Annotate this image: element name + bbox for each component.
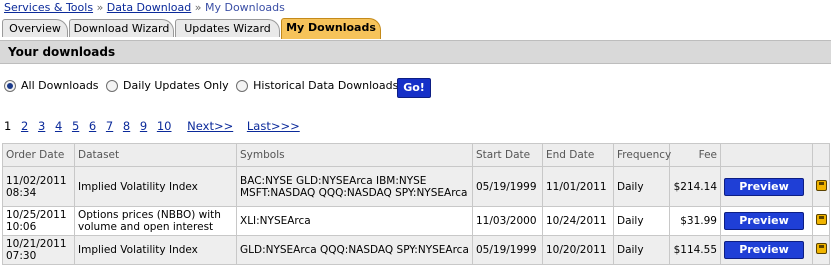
cell-order-date: 11/02/2011 08:34	[2, 166, 75, 207]
section-header: Your downloads	[0, 40, 831, 64]
breadcrumb-link-services-tools[interactable]: Services & Tools	[4, 1, 93, 14]
filter-all-downloads-label: All Downloads	[21, 79, 99, 92]
cell-end-date: 10/24/2011	[542, 206, 614, 236]
next-page-link[interactable]: Next>>	[187, 119, 233, 133]
page-link-7[interactable]: 7	[106, 119, 113, 133]
table-row: 11/02/2011 08:34 Implied Volatility Inde…	[2, 166, 830, 207]
cell-dataset: Implied Volatility Index	[74, 166, 237, 207]
cell-dataset: Options prices (NBBO) with volume and op…	[74, 206, 237, 236]
cell-symbols: BAC:NYSE GLD:NYSEArca IBM:NYSE MSFT:NASD…	[236, 166, 473, 207]
col-symbols: Symbols	[236, 143, 473, 167]
cell-download	[812, 166, 830, 207]
preview-button[interactable]: Preview	[724, 241, 804, 259]
breadcrumb-link-data-download[interactable]: Data Download	[107, 1, 191, 14]
col-order-date: Order Date	[2, 143, 75, 167]
filter-historical-downloads-label: Historical Data Downloads	[253, 79, 399, 92]
col-action	[720, 143, 813, 167]
cell-end-date: 10/20/2011	[542, 235, 614, 265]
preview-button[interactable]: Preview	[724, 177, 804, 196]
filter-daily-updates[interactable]: Daily Updates Only	[106, 79, 229, 92]
tab-overview[interactable]: Overview	[2, 19, 68, 37]
filter-historical-downloads[interactable]: Historical Data Downloads	[236, 79, 398, 92]
download-filter: All Downloads Daily Updates Only Histori…	[4, 79, 402, 95]
cell-fee: $31.99	[669, 206, 721, 236]
section-title: Your downloads	[8, 45, 116, 59]
cell-frequency: Daily	[613, 235, 670, 265]
cell-frequency: Daily	[613, 206, 670, 236]
breadcrumb-separator: »	[96, 1, 104, 14]
cell-symbols: GLD:NYSEArca QQQ:NASDAQ SPY:NYSEArca	[236, 235, 473, 265]
tab-updates-wizard[interactable]: Updates Wizard	[175, 19, 280, 37]
col-download	[812, 143, 830, 167]
tab-my-downloads[interactable]: My Downloads	[281, 18, 381, 39]
preview-button[interactable]: Preview	[724, 212, 804, 230]
page-link-9[interactable]: 9	[140, 119, 147, 133]
page-link-4[interactable]: 4	[55, 119, 62, 133]
col-dataset: Dataset	[74, 143, 237, 167]
cell-dataset: Implied Volatility Index	[74, 235, 237, 265]
breadcrumb-separator: »	[194, 1, 202, 14]
filter-daily-updates-label: Daily Updates Only	[123, 79, 229, 92]
downloads-table: Order Date Dataset Symbols Start Date En…	[2, 143, 830, 265]
cell-order-date: 10/21/2011 07:30	[2, 235, 75, 265]
col-fee: Fee	[669, 143, 721, 167]
page-link-10[interactable]: 10	[157, 119, 172, 133]
page-link-8[interactable]: 8	[123, 119, 130, 133]
radio-daily-updates[interactable]	[106, 79, 119, 92]
cell-fee: $214.14	[669, 166, 721, 207]
cell-end-date: 11/01/2011	[542, 166, 614, 207]
cell-action: Preview	[720, 206, 813, 236]
table-row: 10/25/2011 10:06 Options prices (NBBO) w…	[2, 206, 830, 236]
cell-start-date: 05/19/1999	[472, 235, 543, 265]
cell-frequency: Daily	[613, 166, 670, 207]
go-button[interactable]: Go!	[397, 78, 431, 98]
filter-all-downloads[interactable]: All Downloads	[4, 79, 99, 92]
tab-download-wizard[interactable]: Download Wizard	[69, 19, 174, 37]
table-row: 10/21/2011 07:30 Implied Volatility Inde…	[2, 235, 830, 265]
cell-fee: $114.55	[669, 235, 721, 265]
cell-action: Preview	[720, 235, 813, 265]
page-link-2[interactable]: 2	[21, 119, 28, 133]
download-disk-icon[interactable]	[816, 179, 827, 191]
cell-symbols: XLI:NYSEArca	[236, 206, 473, 236]
download-disk-icon[interactable]	[816, 243, 827, 254]
last-page-link[interactable]: Last>>>	[247, 119, 300, 133]
cell-download	[812, 235, 830, 265]
radio-historical-downloads[interactable]	[236, 79, 249, 92]
col-frequency: Frequency	[613, 143, 671, 167]
page-link-6[interactable]: 6	[89, 119, 96, 133]
page-current: 1	[4, 119, 12, 133]
col-start-date: Start Date	[472, 143, 543, 167]
cell-download	[812, 206, 830, 236]
download-disk-icon[interactable]	[816, 214, 827, 225]
cell-start-date: 11/03/2000	[472, 206, 543, 236]
page-link-5[interactable]: 5	[72, 119, 79, 133]
table-header-row: Order Date Dataset Symbols Start Date En…	[2, 143, 830, 167]
pagination: 1 2 3 4 5 6 7 8 9 10 Next>> Last>>>	[4, 119, 306, 133]
breadcrumb-current: My Downloads	[204, 1, 285, 14]
radio-all-downloads[interactable]	[4, 79, 16, 92]
page-link-3[interactable]: 3	[38, 119, 45, 133]
cell-action: Preview	[720, 166, 813, 207]
cell-order-date: 10/25/2011 10:06	[2, 206, 75, 236]
breadcrumb: Services & Tools » Data Download » My Do…	[4, 1, 285, 14]
col-end-date: End Date	[542, 143, 614, 167]
cell-start-date: 05/19/1999	[472, 166, 543, 207]
